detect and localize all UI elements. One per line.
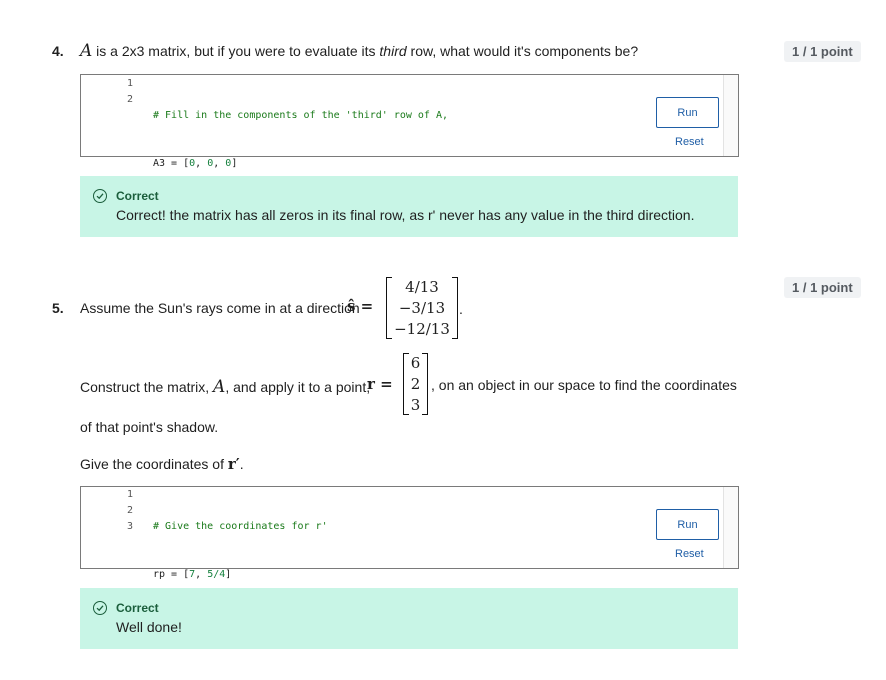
feedback-title: Correct bbox=[116, 601, 159, 615]
feedback-body: Well done! bbox=[116, 619, 182, 635]
code-comment-line: # Fill in the components of the 'third' … bbox=[153, 110, 449, 121]
question-4-points-badge: 1 / 1 point bbox=[784, 41, 861, 62]
question-5-give-text: Give the coordinates of r′. bbox=[80, 455, 244, 473]
r-vector-entry: 3 bbox=[410, 395, 421, 414]
editor-scrollbar[interactable] bbox=[723, 487, 738, 568]
question-5-construct-text-end: , on an object in our space to find the … bbox=[431, 377, 737, 393]
question-5-number: 5. bbox=[52, 300, 64, 316]
question-5-construct-line2: of that point's shadow. bbox=[80, 419, 219, 435]
r-vector-entry: 2 bbox=[410, 374, 421, 393]
r-vector: 6 2 3 bbox=[403, 353, 428, 415]
s-vector-entry: 4/13 bbox=[405, 278, 439, 297]
code-answer-line[interactable]: rp = [7, 5/4] bbox=[153, 567, 328, 583]
question-4-reset-link[interactable]: Reset bbox=[675, 136, 704, 148]
matrix-a-symbol: A bbox=[80, 41, 93, 61]
s-hat-vector: 4/13 −3/13 −12/13 bbox=[386, 277, 458, 339]
question-5-run-button[interactable]: Run bbox=[656, 509, 719, 540]
question-5-code-editor[interactable]: 1 2 3 # Give the coordinates for r' rp =… bbox=[80, 486, 739, 580]
question-5-construct-text: Construct the matrix, A, and apply it to… bbox=[80, 377, 371, 397]
check-circle-icon bbox=[93, 601, 107, 615]
question-4-prompt: A is a 2x3 matrix, but if you were to ev… bbox=[80, 41, 639, 61]
question-4-feedback-panel: Correct Correct! the matrix has all zero… bbox=[80, 176, 738, 237]
question-5-points-badge: 1 / 1 point bbox=[784, 277, 861, 298]
code-comment-line: # Give the coordinates for r' bbox=[153, 521, 328, 532]
feedback-body: Correct! the matrix has all zeros in its… bbox=[116, 207, 695, 223]
r-vector-entry: 6 bbox=[410, 354, 421, 373]
line-number-gutter: 1 2 bbox=[126, 78, 133, 105]
editor-scrollbar[interactable] bbox=[723, 75, 738, 156]
question-4-run-button[interactable]: Run bbox=[656, 97, 719, 128]
s-hat-symbol: ŝ = bbox=[347, 297, 374, 315]
question-5-feedback-panel: Correct Well done! bbox=[80, 588, 738, 649]
feedback-title: Correct bbox=[116, 189, 159, 203]
s-vector-entry: −3/13 bbox=[398, 298, 446, 317]
s-vector-period: . bbox=[459, 301, 463, 317]
question-5-intro: Assume the Sun's rays come in at a direc… bbox=[80, 300, 360, 316]
s-vector-entry: −12/13 bbox=[394, 319, 450, 338]
r-prime-symbol: r′ bbox=[227, 455, 240, 473]
question-4-number: 4. bbox=[52, 43, 64, 59]
line-number-gutter: 1 2 3 bbox=[126, 489, 133, 532]
question-5-reset-link[interactable]: Reset bbox=[675, 548, 704, 560]
question-4-code-editor[interactable]: 1 2 # Fill in the components of the 'thi… bbox=[80, 74, 739, 169]
matrix-a-symbol: A bbox=[213, 377, 226, 397]
r-symbol: r = bbox=[367, 375, 393, 393]
check-circle-icon bbox=[93, 189, 107, 203]
code-answer-line[interactable]: A3 = [0, 0, 0] bbox=[153, 156, 448, 172]
